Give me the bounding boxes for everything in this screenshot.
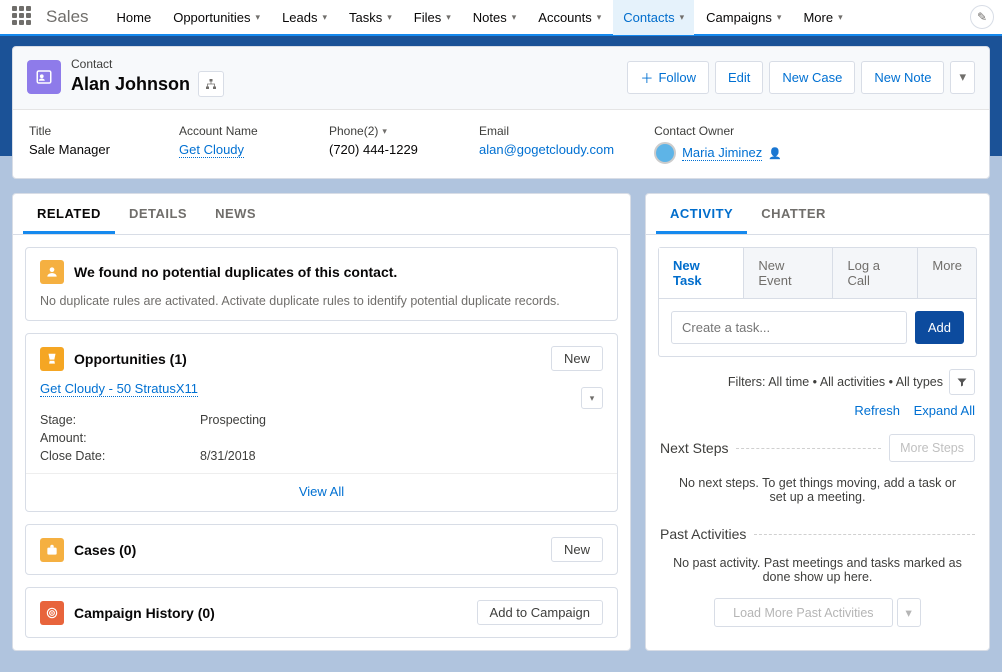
duplicates-title: We found no potential duplicates of this… — [74, 264, 397, 280]
nav-accounts[interactable]: Accounts▾ — [528, 0, 611, 35]
field-value-account-link[interactable]: Get Cloudy — [179, 142, 244, 158]
duplicates-card: We found no potential duplicates of this… — [25, 247, 618, 321]
past-activities-heading: Past Activities — [660, 526, 746, 542]
field-value-email-link[interactable]: alan@gogetcloudy.com — [479, 142, 614, 157]
more-steps-button[interactable]: More Steps — [889, 434, 975, 462]
new-case-related-button[interactable]: New — [551, 537, 603, 562]
chevron-down-icon[interactable]: ▾ — [838, 12, 843, 23]
nav-leads[interactable]: Leads▾ — [272, 0, 337, 35]
add-to-campaign-button[interactable]: Add to Campaign — [477, 600, 603, 625]
past-activities-empty: No past activity. Past meetings and task… — [646, 550, 989, 598]
field-value-phone: (720) 444-1229 — [329, 142, 439, 157]
opportunity-link[interactable]: Get Cloudy - 50 StratusX11 — [40, 381, 198, 397]
next-steps-heading: Next Steps — [660, 440, 728, 456]
chevron-down-icon[interactable]: ▾ — [382, 126, 387, 137]
new-opportunity-button[interactable]: New — [551, 346, 603, 371]
create-task-input[interactable] — [671, 311, 907, 344]
row-menu-button[interactable]: ▾ — [581, 387, 603, 409]
close-date-label: Close Date: — [40, 449, 200, 463]
nav-tasks[interactable]: Tasks▾ — [339, 0, 402, 35]
new-note-button[interactable]: New Note — [861, 61, 944, 94]
global-nav: Sales Home Opportunities▾ Leads▾ Tasks▾ … — [0, 0, 1002, 36]
chevron-down-icon[interactable]: ▾ — [680, 12, 685, 23]
chevron-down-icon[interactable]: ▾ — [512, 12, 517, 23]
stage-value: Prospecting — [200, 413, 266, 427]
subtab-log-call[interactable]: Log a Call — [833, 248, 918, 298]
field-label-phone: Phone(2) ▾ — [329, 124, 439, 138]
subtab-more[interactable]: More — [918, 248, 976, 298]
nav-contacts[interactable]: Contacts▾ — [613, 0, 694, 35]
nav-campaigns[interactable]: Campaigns▾ — [696, 0, 791, 35]
filter-icon[interactable] — [949, 369, 975, 395]
chevron-down-icon[interactable]: ▾ — [597, 12, 602, 23]
load-more-button[interactable]: Load More Past Activities — [714, 598, 892, 627]
follow-button[interactable]: ＋Follow — [627, 61, 709, 94]
left-panel: RELATED DETAILS NEWS We found no potenti… — [12, 193, 631, 651]
campaign-history-card: Campaign History (0) Add to Campaign — [25, 587, 618, 638]
subtab-new-event[interactable]: New Event — [744, 248, 833, 298]
expand-all-link[interactable]: Expand All — [914, 403, 975, 418]
nav-opportunities[interactable]: Opportunities▾ — [163, 0, 270, 35]
campaign-heading: Campaign History (0) — [74, 605, 467, 621]
new-case-button[interactable]: New Case — [769, 61, 855, 94]
right-panel: ACTIVITY CHATTER New Task New Event Log … — [645, 193, 990, 651]
nav-files[interactable]: Files▾ — [404, 0, 461, 35]
chevron-down-icon[interactable]: ▾ — [446, 12, 451, 23]
record-header: Contact Alan Johnson ＋Follow Edit New Ca… — [12, 46, 990, 179]
cases-card: Cases (0) New — [25, 524, 618, 575]
field-label-owner: Contact Owner — [654, 124, 782, 138]
load-more-menu[interactable]: ▾ — [897, 598, 921, 627]
tab-chatter[interactable]: CHATTER — [747, 194, 840, 234]
chevron-down-icon[interactable]: ▾ — [256, 12, 261, 23]
owner-link[interactable]: Maria Jiminez — [682, 145, 762, 161]
chevron-down-icon[interactable]: ▾ — [777, 12, 782, 23]
tab-activity[interactable]: ACTIVITY — [656, 194, 747, 234]
activity-subtabs: New Task New Event Log a Call More — [658, 247, 977, 299]
add-task-button[interactable]: Add — [915, 311, 964, 344]
owner-avatar-icon — [654, 142, 676, 164]
stage-label: Stage: — [40, 413, 200, 427]
subtab-new-task[interactable]: New Task — [659, 248, 744, 298]
opportunities-card: Opportunities (1) New Get Cloudy - 50 St… — [25, 333, 618, 512]
record-title: Alan Johnson — [71, 74, 190, 95]
hierarchy-button[interactable] — [198, 71, 224, 97]
close-date-value: 8/31/2018 — [200, 449, 256, 463]
duplicates-subtext: No duplicate rules are activated. Activa… — [40, 294, 603, 308]
cases-heading: Cases (0) — [74, 542, 541, 558]
opportunities-heading: Opportunities (1) — [74, 351, 541, 367]
nav-home[interactable]: Home — [107, 0, 162, 35]
record-kicker: Contact — [71, 57, 617, 71]
view-all-opportunities[interactable]: View All — [299, 484, 344, 499]
edit-nav-icon[interactable]: ✎ — [970, 5, 994, 29]
app-launcher-icon[interactable] — [12, 6, 34, 28]
filters-label: Filters: All time • All activities • All… — [728, 375, 943, 389]
app-name: Sales — [46, 7, 89, 27]
nav-more[interactable]: More▾ — [793, 0, 852, 35]
next-steps-empty: No next steps. To get things moving, add… — [646, 470, 989, 518]
duplicate-icon — [40, 260, 64, 284]
tab-related[interactable]: RELATED — [23, 194, 115, 234]
tab-news[interactable]: NEWS — [201, 194, 270, 234]
chevron-down-icon[interactable]: ▾ — [387, 12, 392, 23]
chevron-down-icon[interactable]: ▾ — [323, 12, 328, 23]
change-owner-icon[interactable]: 👤 — [768, 147, 782, 160]
opportunity-icon — [40, 347, 64, 371]
tab-details[interactable]: DETAILS — [115, 194, 201, 234]
field-label-email: Email — [479, 124, 614, 138]
more-actions-button[interactable]: ▾ — [950, 61, 975, 94]
field-label-title: Title — [29, 124, 139, 138]
field-label-account: Account Name — [179, 124, 289, 138]
edit-button[interactable]: Edit — [715, 61, 763, 94]
field-value-title: Sale Manager — [29, 142, 139, 157]
nav-notes[interactable]: Notes▾ — [463, 0, 527, 35]
campaign-icon — [40, 601, 64, 625]
case-icon — [40, 538, 64, 562]
refresh-link[interactable]: Refresh — [854, 403, 900, 418]
contact-entity-icon — [27, 60, 61, 94]
amount-label: Amount: — [40, 431, 200, 445]
